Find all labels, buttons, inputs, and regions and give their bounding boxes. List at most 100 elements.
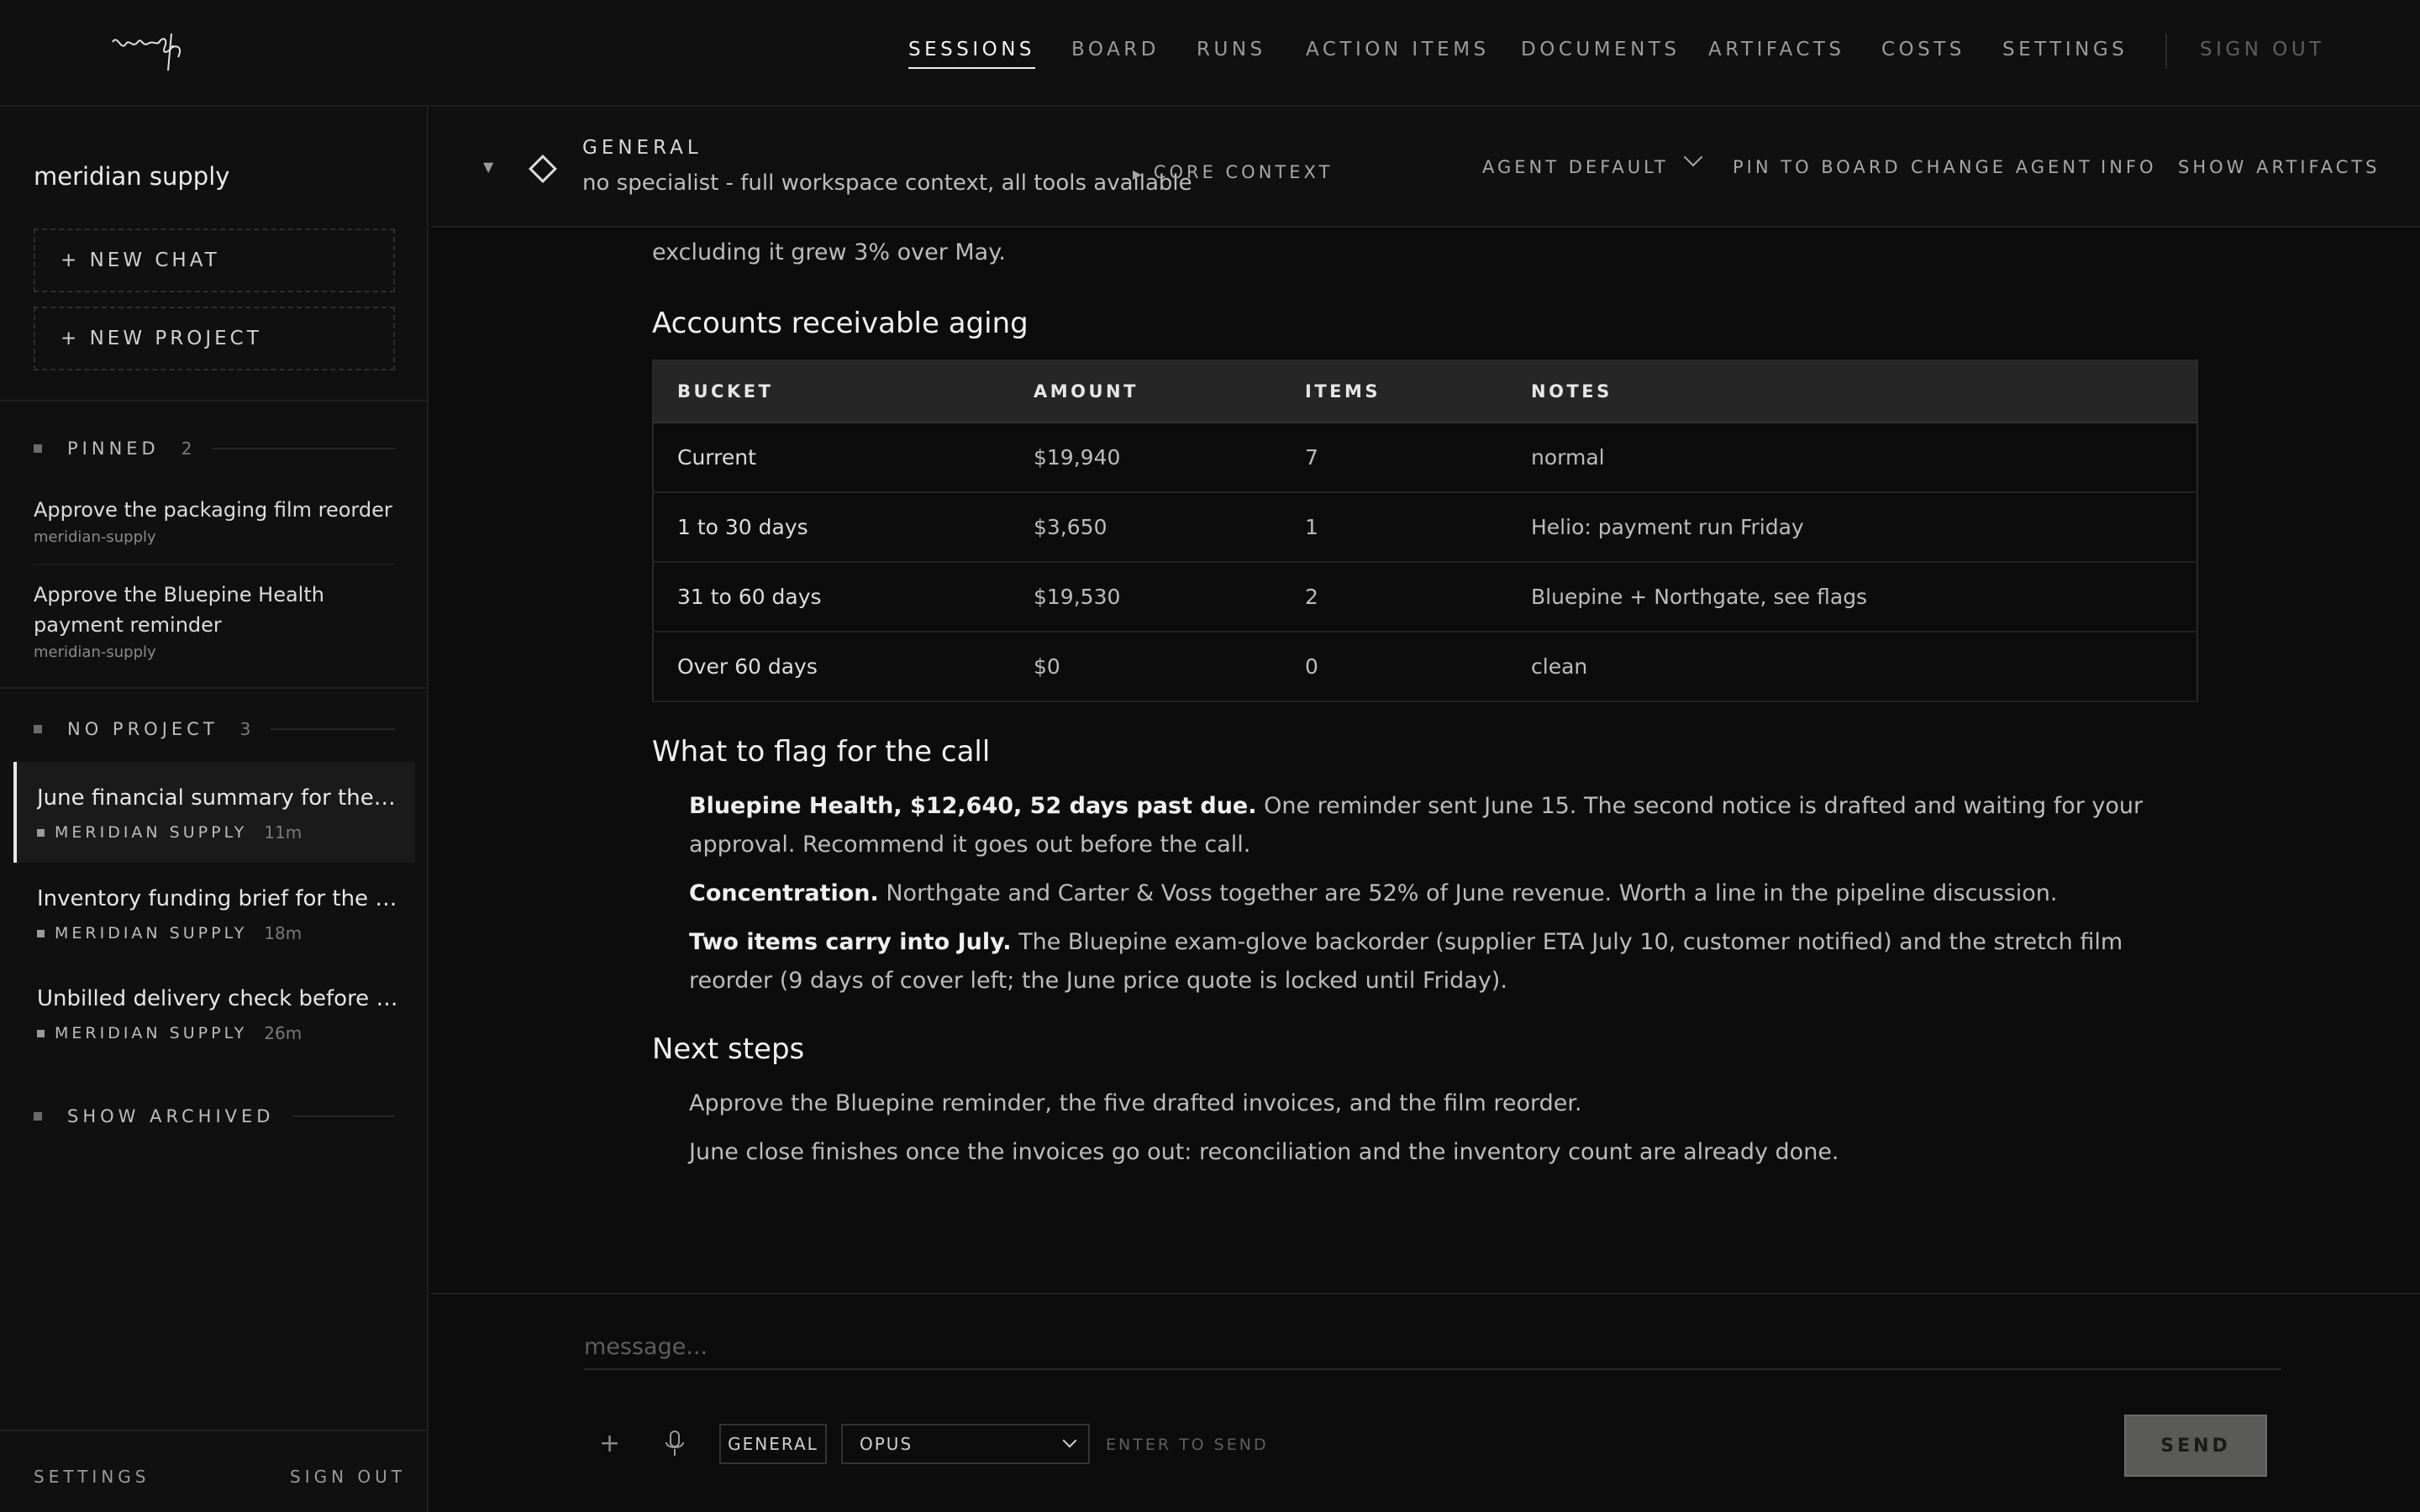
pinned-item-project: meridian-supply	[34, 528, 156, 546]
chat-time: 11m	[264, 822, 302, 843]
cell-items: 7	[1281, 423, 1507, 493]
cell-notes: Bluepine + Northgate, see flags	[1507, 562, 2197, 633]
nav-documents[interactable]: Documents	[1521, 39, 1680, 60]
top-nav: Sessions Board Runs Action Items Documen…	[0, 0, 2420, 107]
table-row: Over 60 days $0 0 clean	[653, 632, 2197, 702]
show-archived-toggle[interactable]: Show archived	[34, 1104, 395, 1129]
cell-bucket: 31 to 60 days	[653, 562, 1010, 633]
pinned-item[interactable]: Approve the Bluepine Health payment remi…	[34, 580, 395, 661]
cell-bucket: Current	[653, 423, 1010, 493]
change-agent-button[interactable]: Change agent	[1911, 157, 2093, 177]
table-row: 1 to 30 days $3,650 1 Helio: payment run…	[653, 492, 2197, 563]
mic-icon[interactable]	[661, 1429, 688, 1459]
cell-items: 1	[1281, 492, 1507, 563]
chevron-down-icon	[1062, 1433, 1077, 1448]
nav-settings[interactable]: Settings	[2002, 39, 2128, 60]
diamond-icon	[529, 155, 557, 183]
project-marker	[37, 1029, 45, 1037]
chat-meta: meridian supply 11m	[37, 822, 415, 843]
chat-meta: meridian supply 18m	[37, 923, 415, 943]
col-notes: Notes	[1507, 360, 2197, 423]
flag-item-text: Northgate and Carter & Voss together are…	[878, 880, 2058, 906]
table-header-row: Bucket Amount Items Notes	[653, 360, 2197, 423]
show-archived-label: Show archived	[67, 1106, 275, 1126]
section-marker	[34, 725, 42, 733]
send-button[interactable]: Send	[2124, 1415, 2267, 1477]
cell-items: 2	[1281, 562, 1507, 633]
new-project-button[interactable]: + NEW PROJECT	[34, 307, 395, 370]
cell-notes: clean	[1507, 632, 2197, 702]
pinned-section-header[interactable]: Pinned 2	[34, 436, 395, 461]
nav-sessions[interactable]: Sessions	[908, 39, 1036, 69]
show-artifacts-button[interactable]: Show artifacts	[2178, 157, 2381, 177]
pinned-label: Pinned	[67, 438, 160, 459]
col-bucket: Bucket	[653, 360, 1010, 423]
session-header: ▼ General no specialist - full workspace…	[430, 107, 2420, 228]
composer: + General Opus Enter to send Send	[430, 1293, 2420, 1512]
cell-bucket: Over 60 days	[653, 632, 1010, 702]
flag-item: Bluepine Health, $12,640, 52 days past d…	[689, 787, 2168, 864]
triangle-right-icon: ▶	[1133, 168, 1145, 181]
chat-project: meridian supply	[55, 924, 248, 942]
project-marker	[37, 828, 45, 837]
message-content: excluding it grew 3% over May. Accounts …	[652, 228, 2198, 1293]
next-steps-heading: Next steps	[652, 1032, 805, 1066]
project-marker	[37, 929, 45, 937]
flag-item-lead: Concentration.	[689, 880, 879, 906]
cell-amount: $0	[1010, 632, 1281, 702]
cell-bucket: 1 to 30 days	[653, 492, 1010, 563]
sidebar-divider	[0, 400, 427, 402]
flag-item: Concentration. Northgate and Carter & Vo…	[689, 874, 2168, 913]
message-input[interactable]	[584, 1325, 2281, 1370]
model-select[interactable]: Opus	[841, 1424, 1090, 1464]
nav-sign-out[interactable]: Sign out	[2200, 39, 2325, 60]
footer-sign-out-link[interactable]: Sign out	[290, 1467, 406, 1487]
pinned-item-title: Approve the packaging film reorder	[34, 498, 392, 522]
sidebar-divider	[0, 687, 427, 689]
pinned-item-title: Approve the Bluepine Health payment remi…	[34, 583, 324, 637]
caret-down-icon[interactable]: ▼	[483, 159, 493, 175]
nav-artifacts[interactable]: Artifacts	[1708, 39, 1845, 60]
section-rule	[292, 1116, 395, 1117]
core-context-label: Core context	[1153, 162, 1334, 182]
chat-project: meridian supply	[55, 823, 248, 842]
chat-title: Unbilled delivery check before June clos…	[37, 986, 398, 1011]
nav-runs[interactable]: Runs	[1197, 39, 1266, 60]
nav-action-items[interactable]: Action Items	[1306, 39, 1490, 60]
pinned-count: 2	[181, 438, 194, 459]
col-amount: Amount	[1010, 360, 1281, 423]
plus-icon[interactable]: +	[599, 1429, 620, 1458]
chat-item[interactable]: Inventory funding brief for the bank mer…	[13, 863, 415, 963]
ar-heading: Accounts receivable aging	[652, 307, 1028, 340]
logo[interactable]	[109, 27, 193, 74]
chat-item-active[interactable]: June financial summary for the leadershi…	[13, 762, 415, 863]
cell-notes: normal	[1507, 423, 2197, 493]
table-row: Current $19,940 7 normal	[653, 423, 2197, 493]
new-chat-button[interactable]: + NEW CHAT	[34, 228, 395, 292]
agent-description: no specialist - full workspace context, …	[582, 171, 1192, 196]
info-button[interactable]: Info	[2101, 157, 2157, 177]
section-marker	[34, 1112, 42, 1121]
cell-amount: $19,940	[1010, 423, 1281, 493]
no-project-label: No project	[67, 719, 218, 739]
agent-name: General	[582, 137, 702, 159]
core-context-toggle[interactable]: ▶ Core context	[1133, 162, 1333, 182]
sidebar-footer: Settings Sign out	[0, 1430, 427, 1512]
intro-paragraph-tail: excluding it grew 3% over May.	[652, 239, 1006, 265]
footer-settings-link[interactable]: Settings	[34, 1467, 150, 1487]
pinned-item[interactable]: Approve the packaging film reorder merid…	[34, 495, 395, 546]
section-marker	[34, 444, 42, 453]
nav-costs[interactable]: Costs	[1881, 39, 1965, 60]
no-project-section-header[interactable]: No project 3	[34, 717, 395, 742]
pin-to-board-button[interactable]: Pin to board	[1733, 157, 1902, 177]
pinned-separator	[34, 564, 395, 565]
agent-default-select[interactable]: Agent default	[1482, 157, 1669, 177]
nav-board[interactable]: Board	[1071, 39, 1160, 60]
chat-item[interactable]: Unbilled delivery check before June clos…	[13, 963, 415, 1063]
section-rule	[271, 728, 395, 730]
pinned-item-project: meridian-supply	[34, 643, 156, 661]
agent-mode-pill[interactable]: General	[719, 1424, 827, 1464]
chat-project: meridian supply	[55, 1024, 248, 1042]
sidebar: meridian supply + NEW CHAT + NEW PROJECT…	[0, 107, 429, 1512]
chevron-down-icon[interactable]	[1683, 147, 1703, 167]
